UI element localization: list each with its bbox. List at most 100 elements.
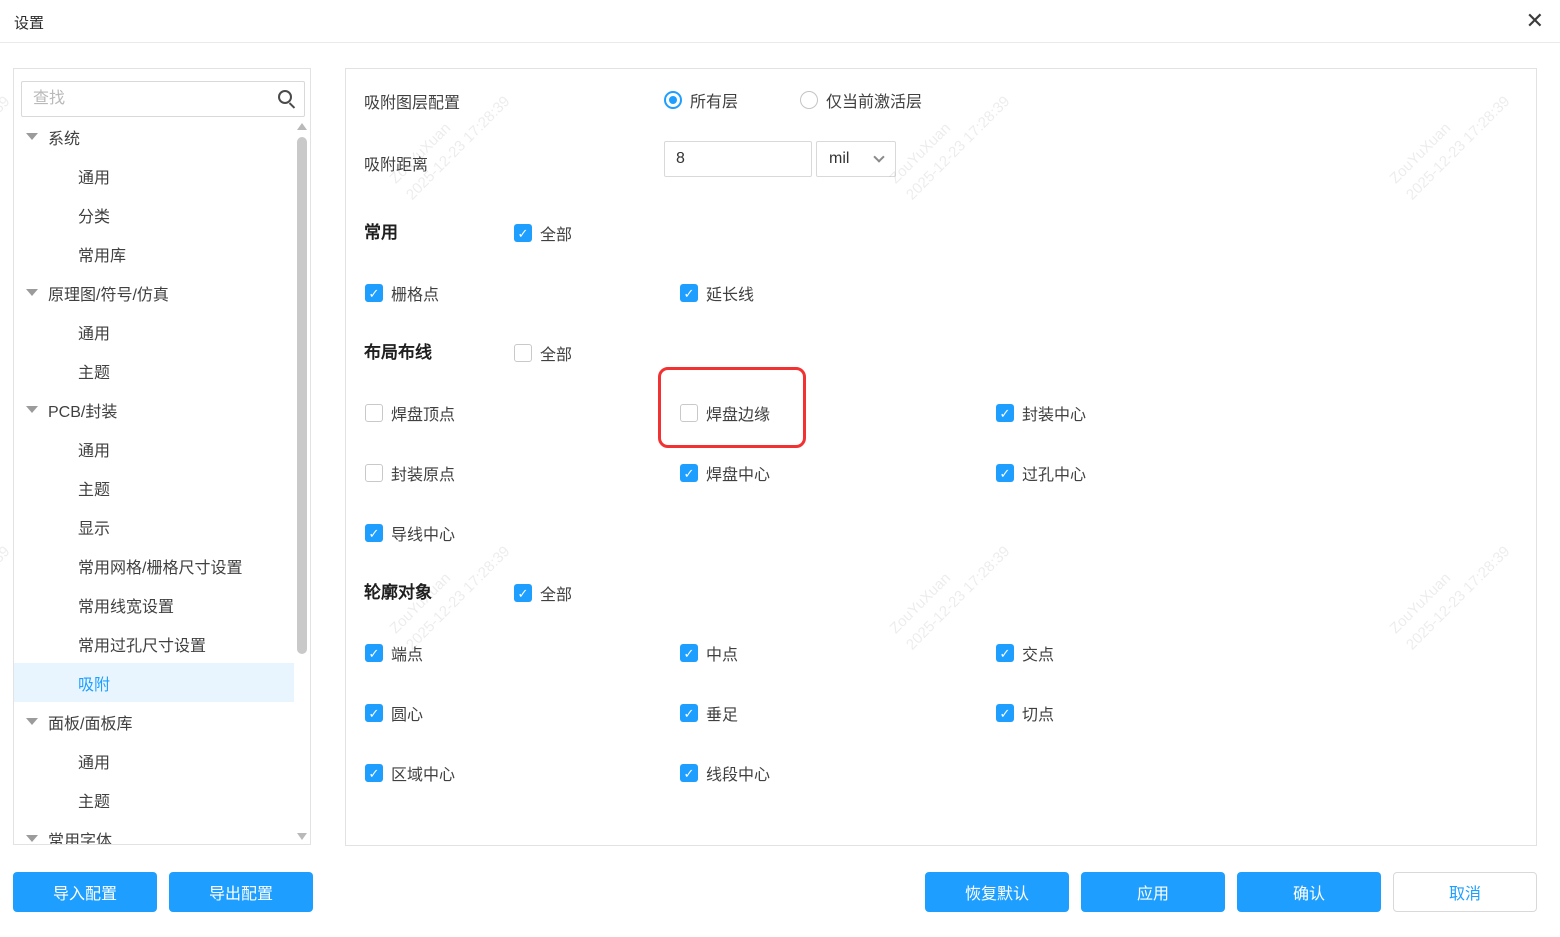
checkbox-label: 焊盘边缘 xyxy=(706,401,770,425)
scroll-up-icon[interactable] xyxy=(297,123,307,130)
select-all-checkbox[interactable]: 全部 xyxy=(514,224,572,242)
sidebar-item[interactable]: 主题 xyxy=(14,780,294,819)
snap-option-checkbox[interactable]: 延长线 xyxy=(680,284,754,302)
sidebar-scrollbar[interactable] xyxy=(296,117,308,844)
checkbox-icon xyxy=(365,524,383,542)
sidebar-item-label: PCB/封装 xyxy=(48,398,117,422)
sidebar-item[interactable]: 常用网格/栅格尺寸设置 xyxy=(14,546,294,585)
checkbox-label: 交点 xyxy=(1022,641,1054,665)
select-all-checkbox[interactable]: 全部 xyxy=(514,584,572,602)
snap-option-checkbox[interactable]: 圆心 xyxy=(365,704,423,722)
sidebar-item[interactable]: 吸附 xyxy=(14,663,294,702)
settings-sidebar: 系统通用分类常用库原理图/符号/仿真通用主题PCB/封装通用主题显示常用网格/栅… xyxy=(13,68,311,845)
import-config-button[interactable]: 导入配置 xyxy=(13,872,157,912)
checkbox-icon xyxy=(514,584,532,602)
sidebar-item-label: 系统 xyxy=(48,125,80,149)
sidebar-item[interactable]: PCB/封装 xyxy=(14,390,294,429)
checkbox-label: 栅格点 xyxy=(391,281,439,305)
unit-select[interactable]: mil xyxy=(816,141,896,177)
sidebar-item[interactable]: 通用 xyxy=(14,429,294,468)
checkbox-icon xyxy=(365,464,383,482)
expand-arrow-icon[interactable] xyxy=(26,289,38,296)
sidebar-item[interactable]: 常用字体 xyxy=(14,819,294,845)
radio-option[interactable]: 仅当前激活层 xyxy=(800,88,922,112)
expand-arrow-icon[interactable] xyxy=(26,718,38,725)
snap-option-checkbox[interactable]: 中点 xyxy=(680,644,738,662)
sidebar-item-label: 面板/面板库 xyxy=(48,710,132,734)
checkbox-label: 全部 xyxy=(540,581,572,605)
expand-arrow-icon[interactable] xyxy=(26,835,38,842)
section-title: 布局布线 xyxy=(364,343,432,363)
snap-option-checkbox[interactable]: 垂足 xyxy=(680,704,738,722)
radio-option[interactable]: 所有层 xyxy=(664,88,738,112)
sidebar-item-label: 常用线宽设置 xyxy=(78,593,174,617)
sidebar-item[interactable]: 通用 xyxy=(14,312,294,351)
sidebar-item-label: 吸附 xyxy=(78,671,110,695)
sidebar-item[interactable]: 分类 xyxy=(14,195,294,234)
checkbox-icon xyxy=(680,704,698,722)
apply-button[interactable]: 应用 xyxy=(1081,872,1225,912)
close-icon[interactable]: ✕ xyxy=(1526,7,1544,35)
checkbox-label: 全部 xyxy=(540,221,572,245)
sidebar-item[interactable]: 通用 xyxy=(14,741,294,780)
radio-label: 所有层 xyxy=(690,88,738,112)
snap-option-checkbox[interactable]: 过孔中心 xyxy=(996,464,1086,482)
snap-option-checkbox[interactable]: 焊盘中心 xyxy=(680,464,770,482)
checkbox-label: 封装原点 xyxy=(391,461,455,485)
snap-distance-input[interactable] xyxy=(664,141,812,177)
snap-option-checkbox[interactable]: 栅格点 xyxy=(365,284,439,302)
snap-settings-panel: 吸附图层配置 所有层仅当前激活层 吸附距离 mil 常用全部栅格点延长线布局布线… xyxy=(345,68,1537,846)
sidebar-item[interactable]: 主题 xyxy=(14,351,294,390)
checkbox-icon xyxy=(365,704,383,722)
snap-option-checkbox[interactable]: 线段中心 xyxy=(680,764,770,782)
sidebar-item[interactable]: 面板/面板库 xyxy=(14,702,294,741)
search-input[interactable] xyxy=(22,82,266,116)
expand-arrow-icon[interactable] xyxy=(26,406,38,413)
checkbox-icon xyxy=(680,284,698,302)
confirm-button[interactable]: 确认 xyxy=(1237,872,1381,912)
snap-option-checkbox[interactable]: 交点 xyxy=(996,644,1054,662)
sidebar-item[interactable]: 主题 xyxy=(14,468,294,507)
checkbox-icon xyxy=(365,404,383,422)
checkbox-label: 导线中心 xyxy=(391,521,455,545)
checkbox-icon xyxy=(680,764,698,782)
checkbox-icon xyxy=(996,644,1014,662)
snap-option-checkbox[interactable]: 封装中心 xyxy=(996,404,1086,422)
dialog-title: 设置 xyxy=(14,12,44,33)
checkbox-icon xyxy=(680,644,698,662)
restore-defaults-button[interactable]: 恢复默认 xyxy=(925,872,1069,912)
snap-option-checkbox[interactable]: 端点 xyxy=(365,644,423,662)
checkbox-icon xyxy=(996,404,1014,422)
sidebar-item[interactable]: 常用线宽设置 xyxy=(14,585,294,624)
scroll-down-icon[interactable] xyxy=(297,833,307,840)
dialog-titlebar: 设置 ✕ xyxy=(0,0,1560,43)
sidebar-item-label: 显示 xyxy=(78,515,110,539)
expand-arrow-icon[interactable] xyxy=(26,133,38,140)
snap-layer-config-label: 吸附图层配置 xyxy=(364,89,460,113)
radio-label: 仅当前激活层 xyxy=(826,88,922,112)
cancel-button[interactable]: 取消 xyxy=(1393,872,1537,912)
snap-option-checkbox[interactable]: 区域中心 xyxy=(365,764,455,782)
snap-option-checkbox[interactable]: 封装原点 xyxy=(365,464,455,482)
sidebar-item[interactable]: 通用 xyxy=(14,156,294,195)
sidebar-item[interactable]: 显示 xyxy=(14,507,294,546)
checkbox-icon xyxy=(996,704,1014,722)
sidebar-item[interactable]: 常用过孔尺寸设置 xyxy=(14,624,294,663)
radio-icon xyxy=(800,91,818,109)
checkbox-label: 焊盘顶点 xyxy=(391,401,455,425)
scrollbar-thumb[interactable] xyxy=(297,137,307,654)
sidebar-item[interactable]: 常用库 xyxy=(14,234,294,273)
search-box xyxy=(21,81,305,117)
sidebar-item[interactable]: 原理图/符号/仿真 xyxy=(14,273,294,312)
snap-distance-label: 吸附距离 xyxy=(364,151,428,175)
sidebar-item[interactable]: 系统 xyxy=(14,117,294,156)
snap-option-checkbox[interactable]: 切点 xyxy=(996,704,1054,722)
select-all-checkbox[interactable]: 全部 xyxy=(514,344,572,362)
export-config-button[interactable]: 导出配置 xyxy=(169,872,313,912)
checkbox-label: 过孔中心 xyxy=(1022,461,1086,485)
checkbox-label: 端点 xyxy=(391,641,423,665)
snap-option-checkbox[interactable]: 导线中心 xyxy=(365,524,455,542)
sidebar-item-label: 常用网格/栅格尺寸设置 xyxy=(78,554,242,578)
snap-option-checkbox[interactable]: 焊盘顶点 xyxy=(365,404,455,422)
snap-option-checkbox[interactable]: 焊盘边缘 xyxy=(680,404,770,422)
